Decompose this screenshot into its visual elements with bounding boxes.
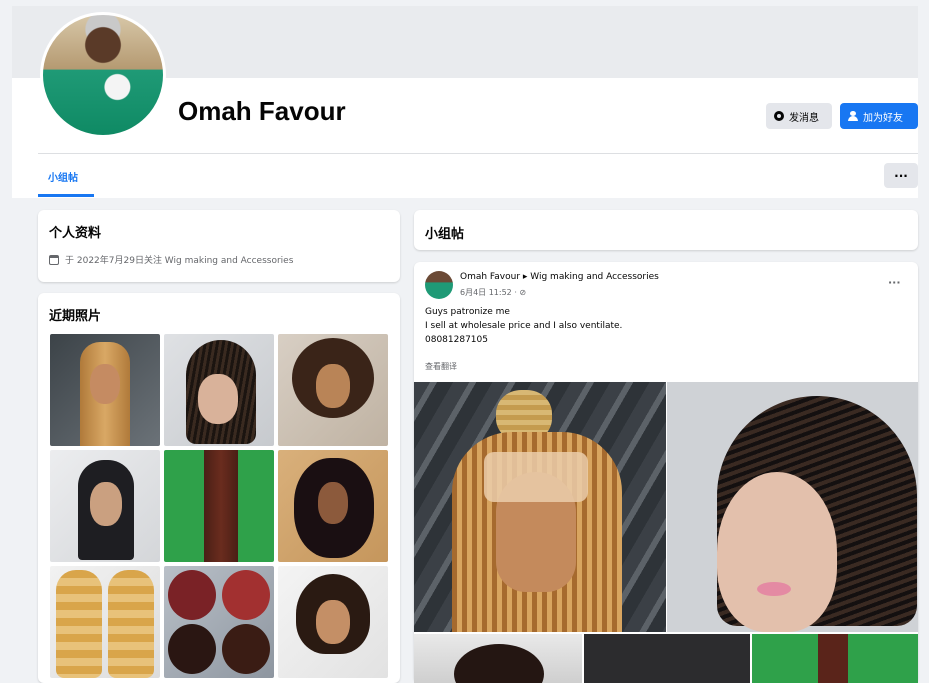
add-friend-button[interactable]: 加为好友 bbox=[840, 103, 918, 129]
post-photo[interactable] bbox=[414, 634, 582, 683]
post-more-button[interactable]: ··· bbox=[888, 276, 901, 289]
photo-grid bbox=[50, 334, 390, 678]
photo-thumbnail[interactable] bbox=[164, 450, 274, 562]
photo-thumbnail[interactable] bbox=[278, 450, 388, 562]
post-photo[interactable] bbox=[584, 634, 750, 683]
tab-group-posts[interactable]: 小组帖 bbox=[48, 169, 78, 184]
tab-divider bbox=[38, 153, 918, 154]
messenger-icon bbox=[774, 111, 784, 121]
see-translation-link[interactable]: 查看翻译 bbox=[425, 361, 457, 372]
post-photo[interactable] bbox=[752, 634, 918, 683]
post-photo[interactable] bbox=[667, 382, 918, 632]
post-text-line: Guys patronize me bbox=[425, 307, 510, 317]
profile-name: Omah Favour bbox=[178, 96, 346, 126]
photo-thumbnail[interactable] bbox=[164, 566, 274, 678]
recent-photos-card: 近期照片 bbox=[38, 293, 400, 683]
calendar-icon bbox=[49, 254, 59, 265]
photo-thumbnail[interactable] bbox=[50, 450, 160, 562]
post-text-line: I sell at wholesale price and I also ven… bbox=[425, 321, 623, 331]
group-posts-header-card: 小组帖 bbox=[414, 210, 918, 250]
photo-thumbnail[interactable] bbox=[50, 334, 160, 446]
photo-thumbnail[interactable] bbox=[278, 566, 388, 678]
photo-thumbnail[interactable] bbox=[50, 566, 160, 678]
post-timestamp[interactable]: 6月4日 11:52 · ⊘ bbox=[460, 287, 526, 298]
joined-text: 于 2022年7月29日关注 Wig making and Accessorie… bbox=[65, 256, 294, 266]
group-post: Omah Favour ▸ Wig making and Accessories… bbox=[414, 262, 918, 683]
group-posts-title: 小组帖 bbox=[425, 227, 465, 242]
about-title: 个人资料 bbox=[49, 226, 102, 241]
post-text-line: 08081287105 bbox=[425, 335, 488, 345]
message-button-label: 发消息 bbox=[789, 112, 819, 124]
photo-thumbnail[interactable] bbox=[164, 334, 274, 446]
add-friend-button-label: 加为好友 bbox=[863, 112, 903, 124]
post-author[interactable]: Omah Favour ▸ Wig making and Accessories bbox=[460, 272, 659, 282]
active-tab-indicator bbox=[38, 194, 94, 197]
about-card: 个人资料 于 2022年7月29日关注 Wig making and Acces… bbox=[38, 210, 400, 282]
add-friend-icon bbox=[848, 111, 858, 121]
profile-avatar[interactable] bbox=[40, 12, 166, 138]
post-author-avatar[interactable] bbox=[425, 271, 453, 299]
message-button[interactable]: 发消息 bbox=[766, 103, 832, 129]
joined-row: 于 2022年7月29日关注 Wig making and Accessorie… bbox=[49, 253, 293, 266]
recent-photos-title: 近期照片 bbox=[49, 309, 102, 324]
photo-thumbnail[interactable] bbox=[278, 334, 388, 446]
more-options-button[interactable]: ··· bbox=[884, 163, 918, 188]
post-photo[interactable] bbox=[414, 382, 666, 632]
